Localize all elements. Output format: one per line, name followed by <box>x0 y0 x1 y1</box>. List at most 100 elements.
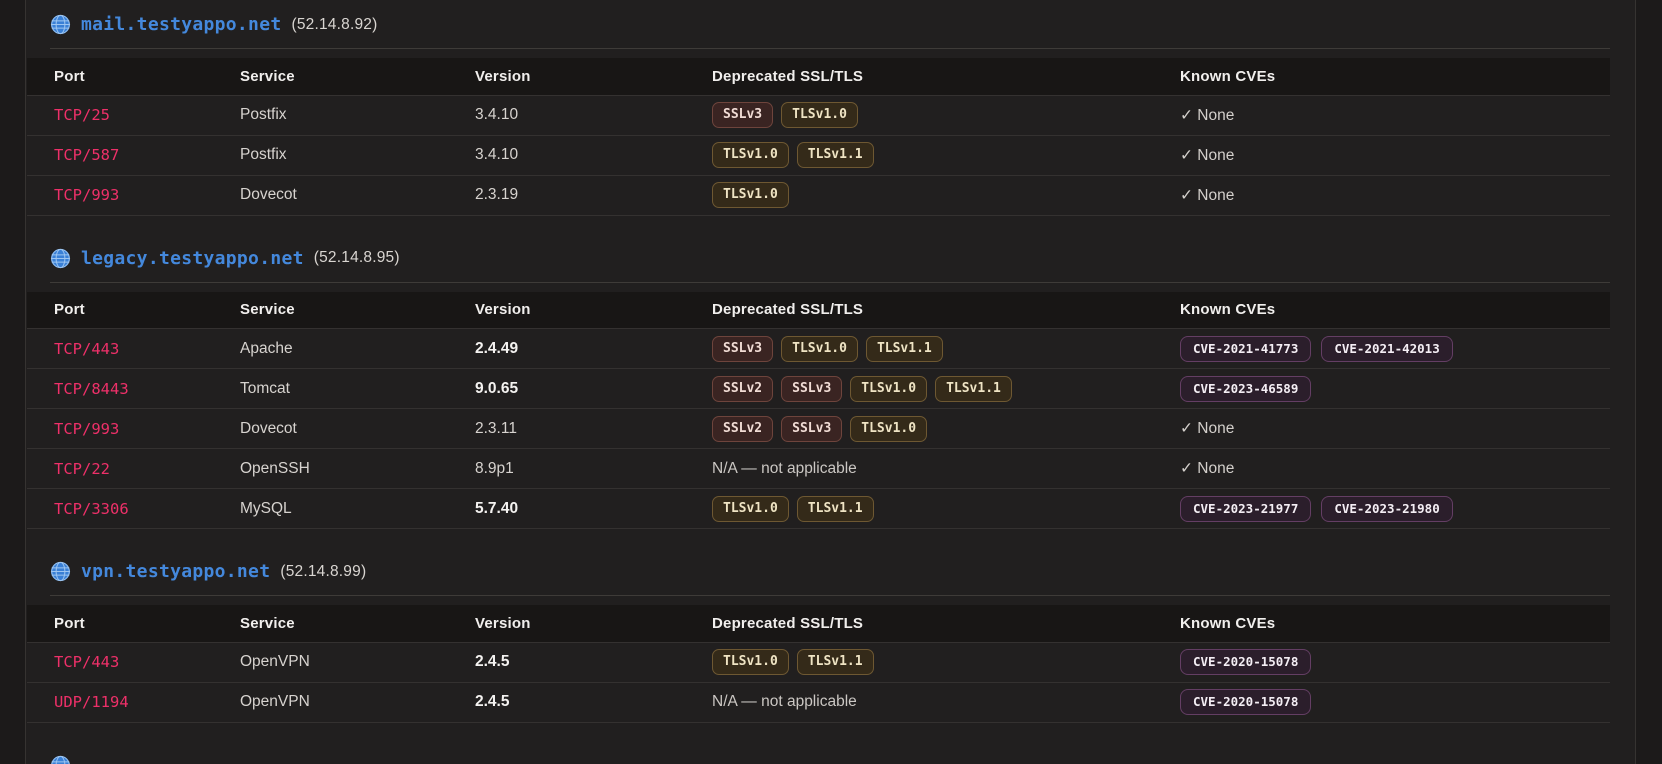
port-cell: TCP/22 <box>54 459 110 478</box>
ssl-protocol-badge: TLSv1.1 <box>796 142 874 168</box>
service-cell: Dovecot <box>240 419 297 437</box>
ssl-cell: TLSv1.0 <box>712 175 1180 215</box>
cve-badge[interactable]: CVE-2020-15078 <box>1180 649 1312 675</box>
no-cves: ✓ None <box>1180 460 1235 477</box>
column-header: Deprecated SSL/TLS <box>712 605 1180 642</box>
table-header-row: Port Service Version Deprecated SSL/TLS Know… <box>27 605 1610 642</box>
version-cell: 5.7.40 <box>475 499 519 517</box>
ssl-cell: TLSv1.0 TLSv1.1 <box>712 135 1180 175</box>
ssl-protocol-badge: TLSv1.0 <box>850 375 928 402</box>
table-row: TCP/25 Postfix 3.4.10 SSLv3 TLSv1.0 ✓ None <box>27 95 1610 135</box>
hostname-link[interactable]: vpn.testyappo.net <box>81 561 270 582</box>
port-cell: TCP/25 <box>54 106 110 124</box>
ssl-protocol-badge: SSLv2 <box>712 415 774 442</box>
ssl-cell: N/A — not applicable <box>712 682 1180 722</box>
ssl-cell: SSLv2 SSLv3 TLSv1.0 <box>712 409 1180 449</box>
port-cell: TCP/8443 <box>54 379 129 398</box>
column-header: Deprecated SSL/TLS <box>712 58 1180 95</box>
no-cves: ✓ None <box>1180 420 1235 437</box>
port-table: Port Service Version Deprecated SSL/TLS Know… <box>27 58 1610 216</box>
port-cell: TCP/993 <box>54 419 120 438</box>
ssl-protocol-badge: TLSv1.1 <box>796 649 874 675</box>
column-header: Port <box>27 291 240 329</box>
host-ip: (52.14.8.92) <box>291 15 378 33</box>
hostname-link[interactable]: mail.testyappo.net <box>81 14 281 35</box>
cves-cell: ✓ None <box>1180 449 1610 489</box>
ssl-not-applicable: N/A — not applicable <box>712 459 857 477</box>
port-cell: TCP/443 <box>54 339 120 358</box>
cve-badge[interactable]: CVE-2021-42013 <box>1321 335 1453 362</box>
ssl-protocol-badge: SSLv3 <box>712 335 774 362</box>
scan-report: mail.testyappo.net (52.14.8.92) Port Servic… <box>27 0 1634 764</box>
column-header: Port <box>27 605 240 642</box>
version-cell: 3.4.10 <box>475 106 519 123</box>
version-cell: 2.4.5 <box>475 653 510 670</box>
port-table: Port Service Version Deprecated SSL/TLS Know… <box>27 605 1610 723</box>
column-header: Known CVEs <box>1180 605 1610 642</box>
no-cves: ✓ None <box>1180 106 1235 124</box>
globe-icon <box>50 561 71 582</box>
column-header: Version <box>475 58 712 95</box>
version-cell: 8.9p1 <box>475 459 514 477</box>
column-header: Service <box>240 291 475 329</box>
ssl-cell: SSLv2 SSLv3 TLSv1.0 TLSv1.1 <box>712 369 1180 409</box>
cves-cell: ✓ None <box>1180 135 1610 175</box>
host-ip: (52.14.8.95) <box>313 249 400 266</box>
table-row: TCP/587 Postfix 3.4.10 TLSv1.0 TLSv1.1 ✓ None <box>27 135 1610 175</box>
cves-cell: CVE-2023-46589 <box>1180 369 1610 409</box>
host-header: mail.testyappo.net (52.14.8.92) <box>50 12 1610 49</box>
cve-badge[interactable]: CVE-2021-41773 <box>1180 335 1312 362</box>
cve-badge[interactable]: CVE-2023-46589 <box>1180 375 1312 402</box>
service-cell: Tomcat <box>240 379 290 397</box>
ssl-cell: SSLv3 TLSv1.0 TLSv1.1 <box>712 329 1180 369</box>
service-cell: OpenSSH <box>240 459 310 477</box>
table-row: TCP/443 OpenVPN 2.4.5 TLSv1.0 TLSv1.1 CVE-202… <box>27 642 1610 682</box>
ssl-protocol-badge: SSLv3 <box>781 415 843 442</box>
column-header: Known CVEs <box>1180 58 1610 95</box>
ssl-protocol-badge: TLSv1.1 <box>865 335 943 362</box>
hostname-link[interactable]: legacy.testyappo.net <box>81 248 304 269</box>
table-header-row: Port Service Version Deprecated SSL/TLS Know… <box>27 58 1610 95</box>
ssl-protocol-badge: TLSv1.0 <box>712 182 789 208</box>
ssl-protocol-badge: TLSv1.0 <box>712 495 789 522</box>
globe-icon <box>50 14 71 35</box>
service-cell: OpenVPN <box>240 653 310 670</box>
ssl-cell: TLSv1.0 TLSv1.1 <box>712 489 1180 529</box>
column-header: Service <box>240 58 475 95</box>
table-row: TCP/3306 MySQL 5.7.40 TLSv1.0 TLSv1.1 CVE-202… <box>27 488 1610 529</box>
cves-cell: CVE-2020-15078 <box>1180 642 1610 682</box>
column-header: Known CVEs <box>1180 291 1610 329</box>
table-row: TCP/993 Dovecot 2.3.11 SSLv2 SSLv3 TLSv1.0 ✓ N… <box>27 408 1610 449</box>
cve-badge[interactable]: CVE-2020-15078 <box>1180 689 1312 715</box>
port-cell: TCP/443 <box>54 653 120 671</box>
service-cell: Apache <box>240 339 293 357</box>
cves-cell: CVE-2020-15078 <box>1180 682 1610 722</box>
version-cell: 2.4.5 <box>475 693 510 710</box>
cve-badge[interactable]: CVE-2023-21977 <box>1180 495 1312 522</box>
table-row: TCP/443 Apache 2.4.49 SSLv3 TLSv1.0 TLSv1.1 CV… <box>27 328 1610 369</box>
version-cell: 2.3.11 <box>475 419 517 437</box>
port-cell: TCP/3306 <box>54 499 129 518</box>
cves-cell: ✓ None <box>1180 175 1610 215</box>
version-cell: 3.4.10 <box>475 146 519 163</box>
ssl-protocol-badge: TLSv1.0 <box>850 415 928 442</box>
version-cell: 2.4.49 <box>475 339 519 357</box>
ssl-protocol-badge: SSLv3 <box>712 102 774 128</box>
service-cell: Dovecot <box>240 186 297 203</box>
version-cell: 2.3.19 <box>475 186 519 203</box>
ssl-cell: TLSv1.0 TLSv1.1 <box>712 642 1180 682</box>
table-row: UDP/1194 OpenVPN 2.4.5 N/A — not applicable… <box>27 682 1610 722</box>
left-gutter <box>0 0 26 764</box>
cve-badge[interactable]: CVE-2023-21980 <box>1321 495 1453 522</box>
cves-cell: CVE-2023-21977 CVE-2023-21980 <box>1180 489 1610 529</box>
ssl-protocol-badge: TLSv1.0 <box>781 335 858 362</box>
ssl-not-applicable: N/A — not applicable <box>712 693 857 710</box>
service-cell: Postfix <box>240 146 287 163</box>
column-header: Service <box>240 605 475 642</box>
port-table: Port Service Version Deprecated SSL/TLS Know… <box>27 291 1610 529</box>
service-cell: MySQL <box>240 499 292 517</box>
ssl-protocol-badge: TLSv1.0 <box>781 102 858 128</box>
no-cves: ✓ None <box>1180 146 1235 164</box>
port-cell: UDP/1194 <box>54 693 129 711</box>
ssl-protocol-badge: SSLv3 <box>781 375 843 402</box>
